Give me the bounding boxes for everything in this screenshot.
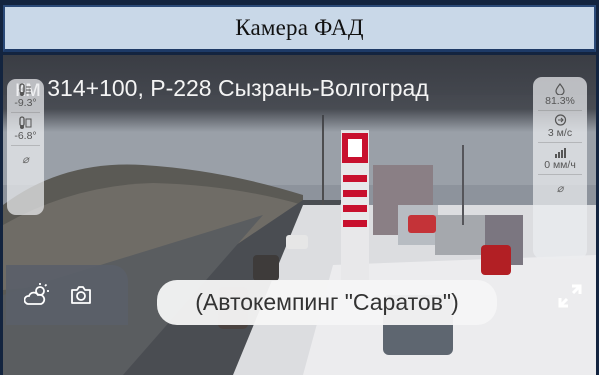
sensor-panel-left[interactable]: -9.3° -6.8° ⌀ bbox=[7, 79, 44, 215]
divider bbox=[10, 145, 41, 146]
location-text: (Автокемпинг "Саратов") bbox=[195, 289, 459, 315]
expand-icon bbox=[558, 284, 582, 308]
air-temperature-icon bbox=[19, 116, 32, 129]
wind-value: 3 м/с bbox=[547, 127, 573, 139]
expand-button[interactable] bbox=[552, 278, 588, 314]
divider bbox=[538, 110, 582, 111]
divider bbox=[10, 112, 41, 113]
divider bbox=[538, 174, 582, 175]
camera-caption: км 314+100, Р-228 Сызрань-Волгоград bbox=[15, 75, 429, 101]
more-indicator-icon[interactable]: ⌀ bbox=[557, 182, 564, 195]
humidity-icon bbox=[555, 83, 565, 95]
road-temperature-value: -9.3° bbox=[14, 97, 37, 109]
wind-cell: 3 м/с bbox=[548, 114, 572, 139]
window-frame: Камера ФАД км 314+100, Р-228 Сызрань-Вол… bbox=[0, 0, 599, 375]
weather-icon bbox=[24, 283, 49, 305]
divider bbox=[538, 142, 582, 143]
camera-icon bbox=[71, 286, 91, 304]
more-indicator-icon[interactable]: ⌀ bbox=[22, 153, 29, 166]
road-temperature-icon bbox=[19, 83, 32, 96]
window-title: Камера ФАД bbox=[235, 15, 364, 40]
wind-icon bbox=[554, 114, 566, 126]
snapshot-button[interactable] bbox=[70, 285, 92, 305]
road-temperature-cell: -9.3° bbox=[14, 83, 37, 109]
camera-viewport[interactable]: км 314+100, Р-228 Сызрань-Волгоград bbox=[3, 55, 596, 375]
air-temperature-cell: -6.8° bbox=[14, 116, 37, 142]
precipitation-value: 0 мм/ч bbox=[544, 159, 576, 171]
title-bar: Камера ФАД bbox=[3, 5, 596, 52]
precipitation-icon bbox=[555, 148, 566, 158]
sensor-panel-right[interactable]: 81.3% 3 м/с 0 мм/ч ⌀ bbox=[533, 77, 587, 259]
weather-button[interactable] bbox=[24, 283, 50, 307]
humidity-value: 81.3% bbox=[545, 95, 575, 107]
location-label: (Автокемпинг "Саратов") bbox=[157, 280, 497, 325]
humidity-cell: 81.3% bbox=[545, 83, 575, 107]
air-temperature-value: -6.8° bbox=[14, 130, 37, 142]
camera-controls bbox=[6, 265, 128, 325]
camera-caption-bar: км 314+100, Р-228 Сызрань-Волгоград bbox=[3, 55, 596, 132]
precipitation-cell: 0 мм/ч bbox=[544, 146, 576, 171]
